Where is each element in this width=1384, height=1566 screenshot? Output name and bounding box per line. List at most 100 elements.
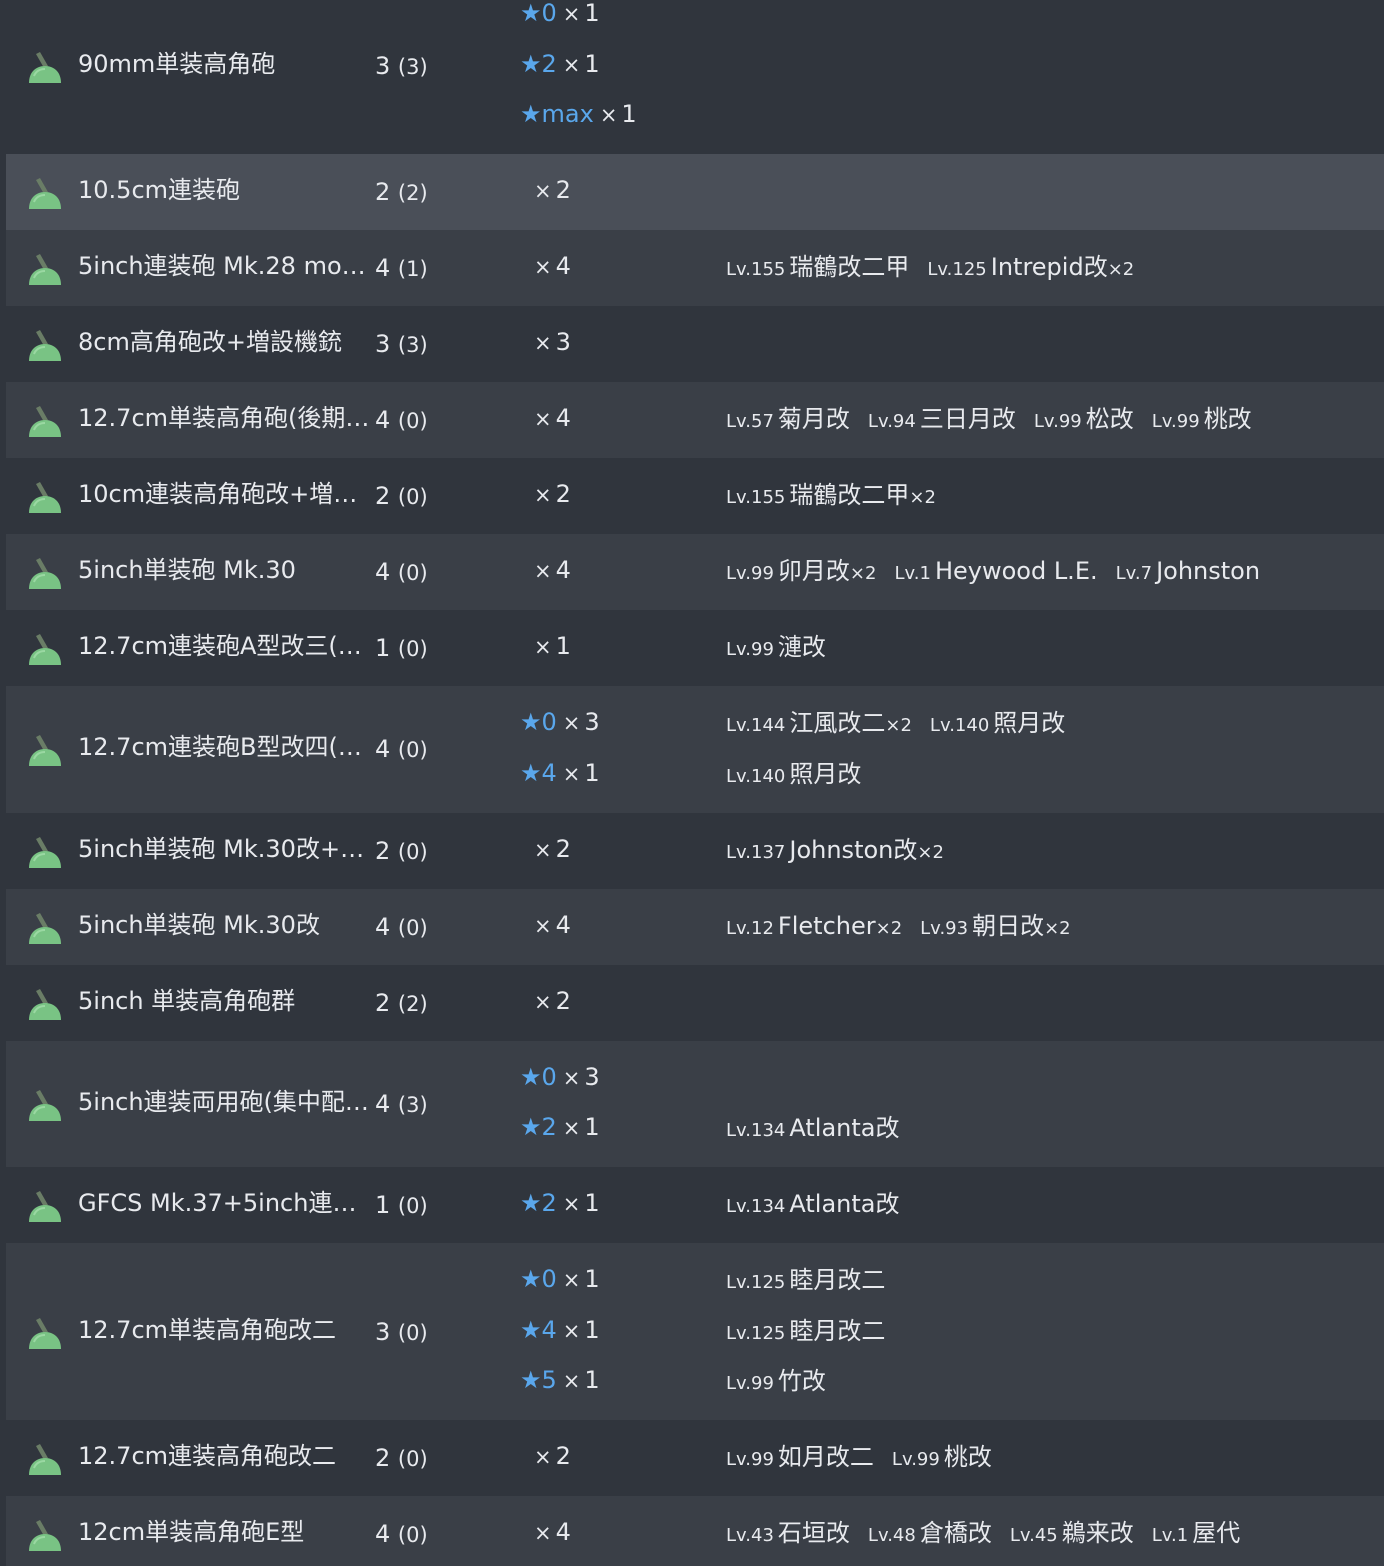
ship-entry[interactable]: Lv.99 漣改: [726, 632, 826, 665]
equipment-count: 2 (2): [375, 177, 428, 208]
equipment-count: 1 (0): [375, 1190, 428, 1221]
equipment-count: 4 (0): [375, 405, 428, 436]
equipment-row[interactable]: 12.7cm連装高角砲改二 2 (0) × 2 Lv.99 如月改二 Lv.99 桃改: [6, 1420, 1384, 1496]
ship-name: 竹改: [777, 1367, 826, 1395]
ship-entry[interactable]: Lv.99 桃改: [1152, 404, 1252, 437]
star-level: 5: [541, 1366, 557, 1394]
ship-entry[interactable]: Lv.99 松改: [1034, 404, 1134, 437]
ship-entry[interactable]: Lv.125 睦月改二: [726, 1316, 885, 1349]
ship-entry[interactable]: Lv.94 三日月改: [868, 404, 1016, 437]
spare-count: (0): [397, 1194, 428, 1218]
equipment-row[interactable]: 5inch単装砲 Mk.30改+GFCS Mk.372 (0)×2Lv.137J…: [6, 812, 1384, 889]
ship-entry[interactable]: Lv.7 Johnston: [1116, 556, 1260, 589]
level-quantity: 3: [584, 708, 600, 736]
equipment-row[interactable]: GFCS Mk.37+5inch連装両用砲(集中配備)1 (0)★2×1Lv.1…: [6, 1167, 1384, 1243]
gun-icon: [26, 911, 64, 947]
level-quantity: 2: [555, 986, 571, 1015]
ship-entry[interactable]: Lv.144 江風改二×2: [726, 708, 912, 741]
equipment-row[interactable]: 12.7cm単装高角砲改二 3 (0) ★0 × 1 Lv.125 睦月改二 ★4 × 1 Lv.1…: [6, 1243, 1384, 1420]
equipment-row[interactable]: 90mm単装高角砲 3 (3) ★0 × 1 ★2 × 1 ★max × 1: [6, 0, 1384, 154]
ship-entry[interactable]: Lv.155 瑞鶴改二甲×2: [726, 480, 936, 513]
star-icon: ★: [520, 49, 542, 78]
ship-level: Lv.99: [726, 1373, 774, 1394]
equipped-ships: Lv.134 Atlanta改: [726, 1113, 917, 1143]
equipped-ships: Lv.144 江風改二×2 Lv.140 照月改: [726, 708, 1083, 738]
ship-entry[interactable]: Lv.99 如月改二: [726, 1442, 874, 1475]
level-quantity: 1: [584, 49, 600, 78]
ship-level: Lv.125: [726, 1272, 786, 1293]
ship-level: Lv.140: [929, 715, 990, 736]
ship-entry[interactable]: Lv.155 瑞鶴改二甲: [726, 252, 909, 285]
ship-entry[interactable]: Lv.12 Fletcher×2: [726, 911, 902, 944]
ship-entry[interactable]: Lv.134 Atlanta改: [726, 1113, 899, 1146]
ship-name: 菊月改: [777, 405, 850, 433]
times-sign: ×: [534, 913, 552, 938]
equipment-name: 5inch 単装高角砲群: [78, 986, 296, 1015]
star-level: max: [541, 100, 594, 128]
ship-entry[interactable]: Lv.99 卯月改×2: [726, 556, 876, 589]
level-quantity: 1: [555, 632, 571, 660]
ship-level: Lv.155: [726, 259, 786, 280]
equipment-name: 5inch連装両用砲(集中配備): [78, 1087, 374, 1116]
ship-name: 睦月改二: [789, 1266, 886, 1294]
equipped-ships: Lv.43 石垣改 Lv.48 倉橋改 Lv.45 鵜来改 Lv.1 屋代: [726, 1518, 1258, 1548]
times-sign: ×: [562, 1116, 581, 1140]
ship-entry[interactable]: Lv.99 竹改: [726, 1366, 826, 1399]
equipment-row[interactable]: 5inch連装両用砲(集中配備) 4 (3) ★0 × 3 ★2 × 1 Lv.134 Atlan…: [6, 1040, 1384, 1167]
ship-entry[interactable]: Lv.93 朝日改×2: [920, 911, 1070, 944]
equipment-row[interactable]: 12.7cm単装高角砲(後期型) 4 (0) × 4 Lv.57 菊月改 Lv.94 三日月改…: [6, 382, 1384, 458]
spare-count: (3): [397, 333, 428, 357]
spare-count: (0): [397, 485, 428, 509]
ship-entry[interactable]: Lv.140 照月改: [930, 708, 1065, 741]
equipment-count: 2 (0): [375, 481, 428, 512]
ship-entry[interactable]: Lv.48 倉橋改: [868, 1518, 992, 1551]
ship-entry[interactable]: Lv.125 Intrepid改×2: [927, 252, 1134, 285]
equipment-name: 10cm連装高角砲改+増設機銃: [78, 480, 374, 508]
total-count: 4: [375, 912, 391, 941]
ship-level: Lv.43: [726, 1525, 774, 1546]
spare-count: (0): [397, 1320, 428, 1345]
equipment-row[interactable]: 12cm単装高角砲E型 4 (0) × 4 Lv.43 石垣改 Lv.48 倉橋改 Lv.45 鵜…: [6, 1496, 1384, 1566]
ship-entry[interactable]: Lv.140 照月改: [726, 759, 861, 792]
ship-multiplier: ×2: [917, 841, 944, 863]
ship-entry[interactable]: Lv.57 菊月改: [726, 404, 850, 437]
star-level: 4: [541, 1315, 557, 1344]
ship-level: Lv.99: [1033, 411, 1082, 432]
ship-level: Lv.7: [1115, 563, 1153, 584]
ship-name: 桃改: [943, 1443, 992, 1471]
equipment-list[interactable]: 90mm単装高角砲 3 (3) ★0 × 1 ★2 × 1 ★max × 1 10.5cm連装砲 2 (…: [0, 0, 1384, 1566]
ship-level: Lv.1: [1151, 1525, 1189, 1546]
ship-entry[interactable]: Lv.45 鵜来改: [1010, 1518, 1134, 1551]
improvement-level: ★0 × 3: [520, 1062, 600, 1092]
ship-entry[interactable]: Lv.1 屋代: [1152, 1518, 1240, 1551]
spare-count: (0): [397, 738, 428, 763]
star-icon: ★: [520, 1366, 542, 1394]
equipment-row[interactable]: 5inch 単装高角砲群 2 (2) × 2: [6, 964, 1384, 1041]
total-count: 3: [375, 330, 391, 358]
star-icon: ★: [520, 708, 542, 736]
equipped-ships: Lv.99 漣改: [726, 632, 844, 662]
equipment-name: 12.7cm連装砲A型改三(戦時改修)+高射装置: [78, 632, 374, 660]
ship-entry[interactable]: Lv.137 Johnston改×2: [726, 835, 944, 868]
spare-count: (0): [397, 637, 428, 661]
equipment-row[interactable]: 10cm連装高角砲改+増設機銃 2 (0) × 2 Lv.155 瑞鶴改二甲×2: [6, 458, 1384, 534]
ship-entry[interactable]: Lv.43 石垣改: [726, 1518, 850, 1551]
ship-entry[interactable]: Lv.1 Heywood L.E.: [894, 556, 1097, 589]
equipment-row[interactable]: 10.5cm連装砲 2 (2) × 2: [6, 154, 1384, 230]
total-count: 2: [375, 836, 391, 865]
ship-entry[interactable]: Lv.99 桃改: [892, 1442, 992, 1475]
ship-entry[interactable]: Lv.125 睦月改二: [726, 1265, 885, 1298]
ship-level: Lv.99: [726, 1449, 774, 1470]
ship-level: Lv.94: [867, 411, 916, 432]
level-quantity: 4: [555, 1518, 571, 1546]
equipment-row[interactable]: 5inch単装砲 Mk.30 4 (0) × 4 Lv.99 卯月改×2 Lv.1 Heywo…: [6, 534, 1384, 610]
ship-entry[interactable]: Lv.134 Atlanta改: [726, 1189, 899, 1222]
equipment-row[interactable]: 12.7cm連装砲B型改四(戦時改修)+高射装置4 (0)★0×3Lv.144江…: [6, 686, 1384, 813]
equipment-row[interactable]: 5inch連装砲 Mk.28 mod.2 4 (1) × 4 Lv.155 瑞鶴改二甲 Lv…: [6, 230, 1384, 306]
equipment-row[interactable]: 12.7cm連装砲A型改三(戦時改修)+高射装置1 (0)×1Lv.99漣改: [6, 610, 1384, 686]
gun-icon: [26, 404, 64, 440]
star-icon: ★: [520, 0, 542, 27]
equipment-row[interactable]: 8cm高角砲改+増設機銃 3 (3) × 3: [6, 306, 1384, 382]
times-sign: ×: [534, 837, 552, 862]
equipment-row[interactable]: 5inch単装砲 Mk.30改 4 (0) × 4 Lv.12 Fletcher×2 Lv.…: [6, 888, 1384, 965]
